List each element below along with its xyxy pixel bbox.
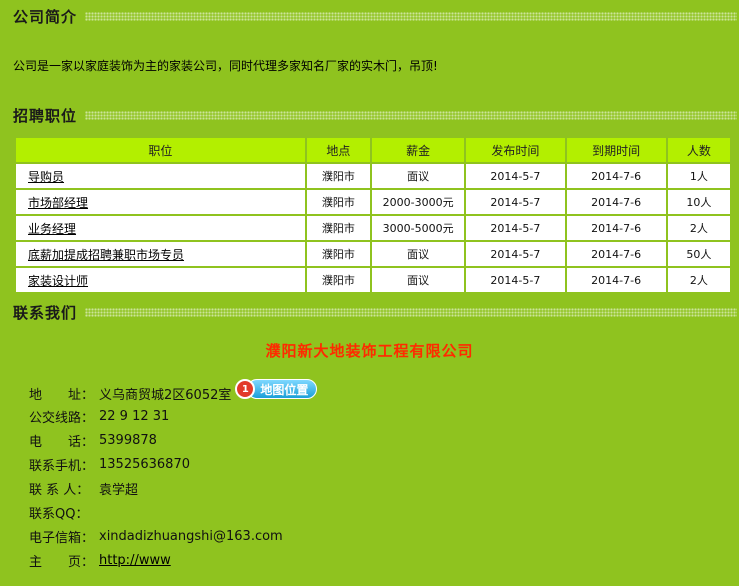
job-posted: 2014-5-7: [466, 164, 565, 188]
section-header-intro: 公司简介: [0, 5, 739, 27]
dotted-divider: [85, 307, 737, 317]
job-salary: 面议: [371, 242, 465, 266]
contact-label: 电子信箱：: [29, 530, 95, 546]
job-posted: 2014-5-7: [466, 190, 565, 214]
job-location: 濮阳市: [306, 164, 370, 188]
table-row: 家装设计师 濮阳市 面议 2014-5-7 2014-7-6 2人: [16, 268, 730, 292]
contact-address: 地 址： 义乌商贸城2区6052室 1 地图位置: [29, 379, 318, 403]
column-header-posted: 发布时间: [466, 138, 565, 162]
contact-phone: 电 话： 5399878: [29, 430, 157, 450]
job-count: 50人: [667, 242, 730, 266]
map-location-button[interactable]: 1 地图位置: [235, 379, 318, 399]
phone-value: 5399878: [99, 432, 157, 448]
job-count: 2人: [667, 268, 730, 292]
table-row: 底薪加提成招聘兼职市场专员 濮阳市 面议 2014-5-7 2014-7-6 5…: [16, 242, 730, 266]
map-button-label: 地图位置: [247, 379, 318, 399]
dotted-divider: [85, 110, 737, 120]
mobile-value: 13525636870: [99, 456, 190, 472]
job-count: 2人: [667, 216, 730, 240]
job-count: 1人: [667, 164, 730, 188]
job-location: 濮阳市: [306, 216, 370, 240]
contact-label: 主 页：: [29, 554, 95, 570]
job-posted: 2014-5-7: [466, 242, 565, 266]
table-row: 业务经理 濮阳市 3000-5000元 2014-5-7 2014-7-6 2人: [16, 216, 730, 240]
email-value: xindadizhuangshi@163.com: [99, 528, 283, 544]
contact-person: 联 系 人： 袁学超: [29, 478, 138, 498]
column-header-count: 人数: [667, 138, 730, 162]
job-expires: 2014-7-6: [566, 164, 666, 188]
contact-label: 电 话：: [29, 434, 95, 450]
job-location: 濮阳市: [306, 242, 370, 266]
job-link[interactable]: 市场部经理: [28, 196, 88, 210]
job-expires: 2014-7-6: [566, 268, 666, 292]
job-salary: 3000-5000元: [371, 216, 465, 240]
job-posted: 2014-5-7: [466, 268, 565, 292]
contact-mobile: 联系手机： 13525636870: [29, 454, 190, 474]
job-location: 濮阳市: [306, 268, 370, 292]
contact-label: 地 址：: [29, 387, 95, 403]
bus-value: 22 9 12 31: [99, 408, 170, 424]
section-header-jobs: 招聘职位: [0, 104, 739, 126]
column-header-location: 地点: [306, 138, 370, 162]
contact-bus: 公交线路： 22 9 12 31: [29, 406, 169, 426]
homepage-link[interactable]: http://www: [99, 553, 171, 568]
job-salary: 2000-3000元: [371, 190, 465, 214]
address-value: 义乌商贸城2区6052室: [99, 387, 232, 403]
company-name: 濮阳新大地装饰工程有限公司: [265, 342, 474, 360]
job-link[interactable]: 业务经理: [28, 222, 76, 236]
job-link[interactable]: 导购员: [28, 170, 64, 184]
section-header-contact: 联系我们: [0, 301, 739, 323]
job-link[interactable]: 底薪加提成招聘兼职市场专员: [28, 248, 184, 262]
job-expires: 2014-7-6: [566, 242, 666, 266]
jobs-table: 职位 地点 薪金 发布时间 到期时间 人数 导购员 濮阳市 面议 2014-5-…: [14, 136, 732, 294]
table-row: 市场部经理 濮阳市 2000-3000元 2014-5-7 2014-7-6 1…: [16, 190, 730, 214]
column-header-salary: 薪金: [371, 138, 465, 162]
contact-label: 联系手机：: [29, 458, 95, 474]
job-expires: 2014-7-6: [566, 216, 666, 240]
section-title-contact: 联系我们: [13, 303, 78, 322]
contact-label: 联 系 人：: [29, 482, 90, 498]
contact-homepage: 主 页： http://www: [29, 550, 171, 570]
job-expires: 2014-7-6: [566, 190, 666, 214]
job-location: 濮阳市: [306, 190, 370, 214]
column-header-position: 职位: [16, 138, 305, 162]
contact-email: 电子信箱： xindadizhuangshi@163.com: [29, 526, 283, 546]
column-header-expires: 到期时间: [566, 138, 666, 162]
dotted-divider: [85, 11, 737, 21]
person-value: 袁学超: [99, 482, 139, 498]
intro-text: 公司是一家以家庭装饰为主的家装公司，同时代理多家知名厂家的实木门，吊顶!: [13, 59, 438, 73]
table-row: 导购员 濮阳市 面议 2014-5-7 2014-7-6 1人: [16, 164, 730, 188]
job-salary: 面议: [371, 268, 465, 292]
contact-label: 联系QQ：: [29, 506, 89, 522]
section-title-jobs: 招聘职位: [13, 106, 78, 125]
job-posted: 2014-5-7: [466, 216, 565, 240]
job-count: 10人: [667, 190, 730, 214]
contact-label: 公交线路：: [29, 410, 95, 426]
job-link[interactable]: 家装设计师: [28, 274, 88, 288]
contact-qq: 联系QQ：: [29, 502, 99, 522]
job-salary: 面议: [371, 164, 465, 188]
jobs-table-header: 职位 地点 薪金 发布时间 到期时间 人数: [16, 138, 730, 162]
section-title-intro: 公司简介: [13, 7, 78, 26]
